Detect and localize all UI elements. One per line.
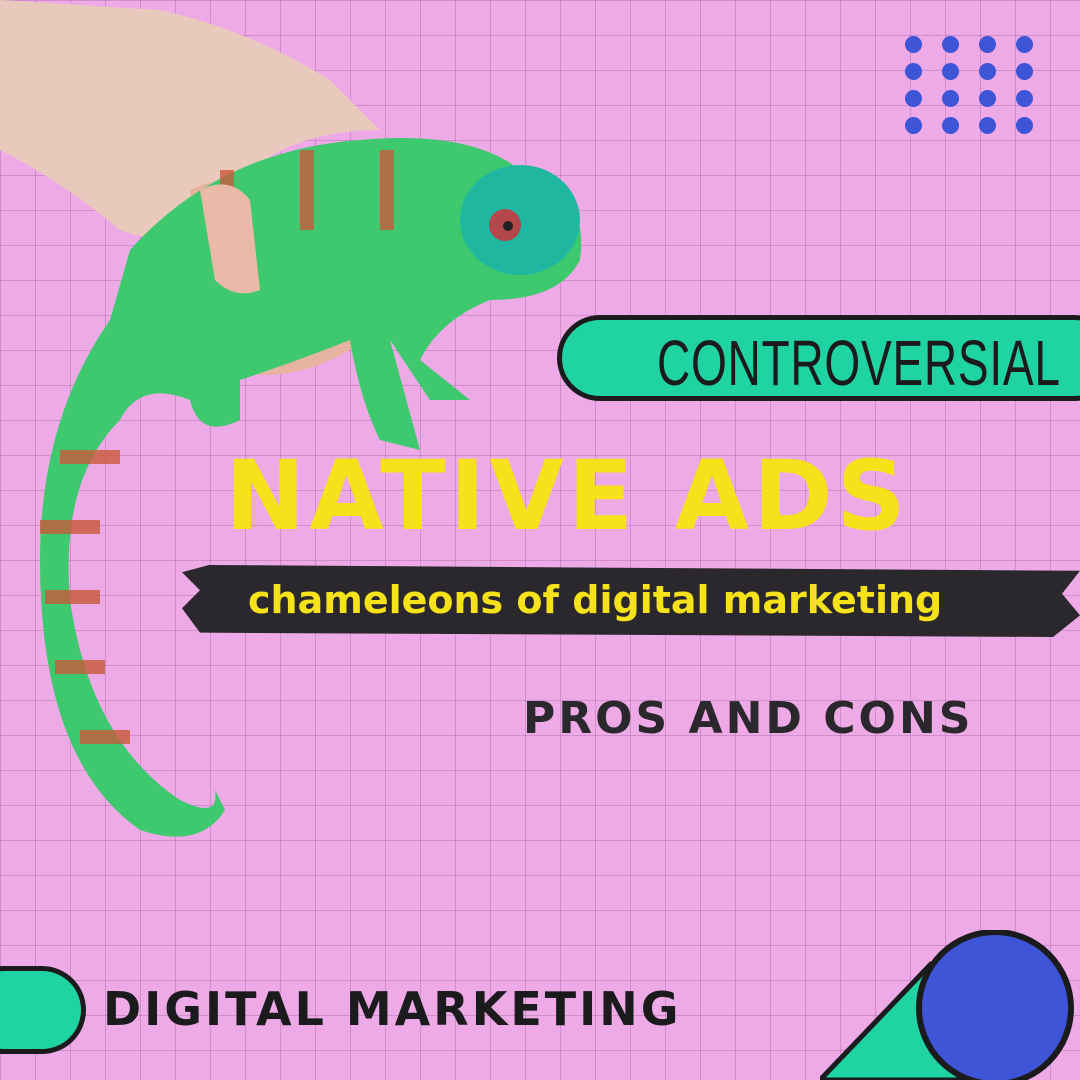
subtitle: chameleons of digital marketing: [248, 578, 943, 622]
footer-label: DIGITAL MARKETING: [103, 982, 682, 1036]
tag-pill: CONTROVERSIAL: [557, 315, 1080, 401]
circle-shape-decoration: [820, 930, 1074, 1080]
dot-grid-decoration: [905, 36, 1033, 134]
section-label: PROS AND CONS: [523, 693, 974, 744]
tag-label: CONTROVERSIAL: [657, 327, 1061, 399]
footer-pill-decoration: [0, 966, 86, 1054]
headline-title: NATIVE ADS: [225, 440, 910, 552]
